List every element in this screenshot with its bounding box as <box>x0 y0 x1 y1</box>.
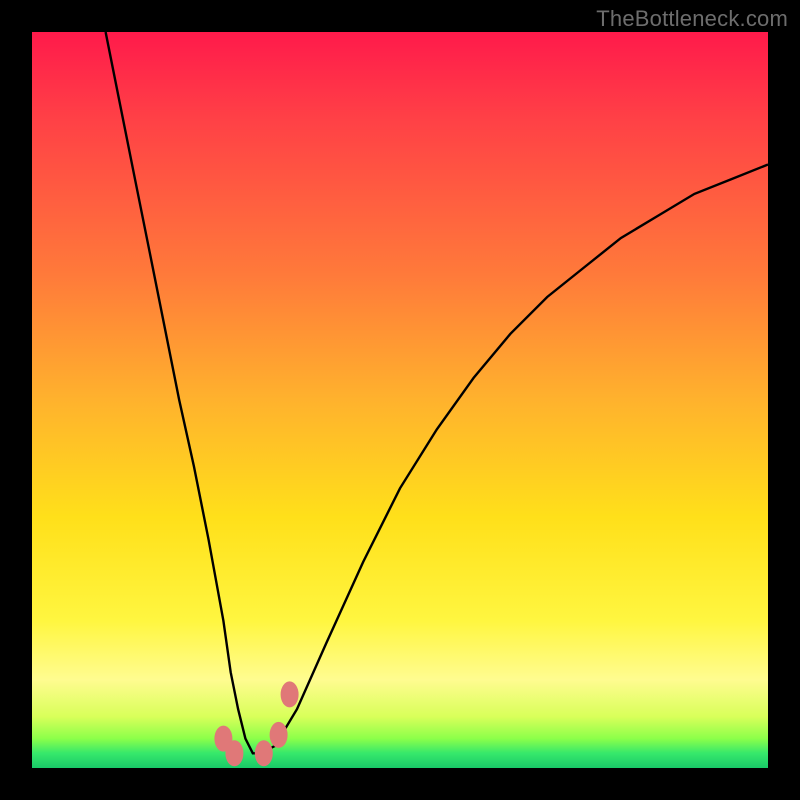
curve-markers <box>214 681 298 766</box>
chart-frame: TheBottleneck.com <box>0 0 800 800</box>
watermark-text: TheBottleneck.com <box>596 6 788 32</box>
bottleneck-curve <box>106 32 768 753</box>
curve-layer <box>32 32 768 768</box>
marker-left-2 <box>225 740 243 766</box>
plot-area <box>32 32 768 768</box>
marker-right-2 <box>270 722 288 748</box>
marker-top <box>281 681 299 707</box>
marker-right-1 <box>255 740 273 766</box>
